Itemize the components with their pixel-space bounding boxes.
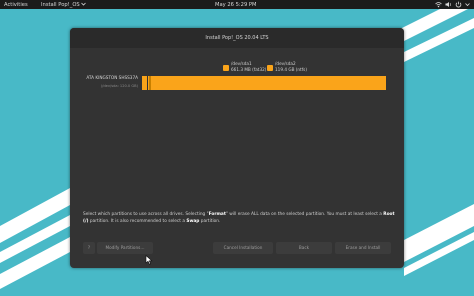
- erase-and-install-button[interactable]: Erase and Install: [335, 242, 391, 254]
- chevron-down-icon: [81, 2, 87, 6]
- window-title: Install Pop!_OS 20.04 LTS: [70, 28, 404, 48]
- system-tray[interactable]: [435, 1, 470, 8]
- instructions-part3: partition. It is also recommended to sel…: [88, 218, 187, 224]
- partition-1-size: 661.3 MB (fat32): [231, 66, 267, 72]
- disk-info: (/dev/sda: 120.0 GB): [100, 84, 138, 88]
- partition-segment-2[interactable]: [148, 76, 386, 90]
- instructions-format: Format: [208, 212, 226, 217]
- app-menu[interactable]: Install Pop!_OS: [41, 1, 87, 8]
- volume-icon: [445, 2, 451, 7]
- instructions-part2: " will erase ALL data on the selected pa…: [225, 212, 384, 217]
- partition-bar: [142, 76, 386, 90]
- help-button[interactable]: ?: [83, 242, 95, 254]
- clock[interactable]: May 26 5:29 PM: [215, 2, 257, 8]
- partition-1-legend: /dev/sda1 661.3 MB (fat32): [231, 61, 266, 72]
- disk-name: ATA KINGSTON SHSS37A: [86, 75, 138, 80]
- app-menu-label: Install Pop!_OS: [41, 1, 80, 8]
- instructions-swap: Swap: [186, 218, 200, 224]
- activities-button[interactable]: Activities: [4, 2, 28, 8]
- power-icon: [455, 1, 462, 8]
- top-bar: Activities Install Pop!_OS May 26 5:29 P…: [0, 0, 474, 9]
- instructions-part1: Select which partitions to use across al…: [83, 212, 209, 217]
- instructions-text: Select which partitions to use across al…: [83, 212, 397, 225]
- chevron-down-icon: [465, 3, 470, 7]
- partition-2-size: 119.4 GB (ntfs): [275, 66, 307, 72]
- partition-2-legend: /dev/sda2 119.4 GB (ntfs): [275, 61, 307, 72]
- network-icon: [435, 2, 442, 8]
- partition-1-swatch: [223, 65, 229, 71]
- instructions-part4: partition.: [199, 218, 221, 224]
- installer-window: Install Pop!_OS 20.04 LTS /dev/sda1 661.…: [70, 28, 404, 268]
- modify-partitions-button[interactable]: Modify Partitions…: [97, 242, 153, 254]
- cancel-installation-button[interactable]: Cancel Installation: [213, 242, 273, 254]
- partition-selection-marker: [149, 76, 151, 90]
- mouse-cursor-icon: [145, 255, 153, 265]
- partition-2-swatch: [267, 65, 273, 71]
- back-button[interactable]: Back: [276, 242, 332, 254]
